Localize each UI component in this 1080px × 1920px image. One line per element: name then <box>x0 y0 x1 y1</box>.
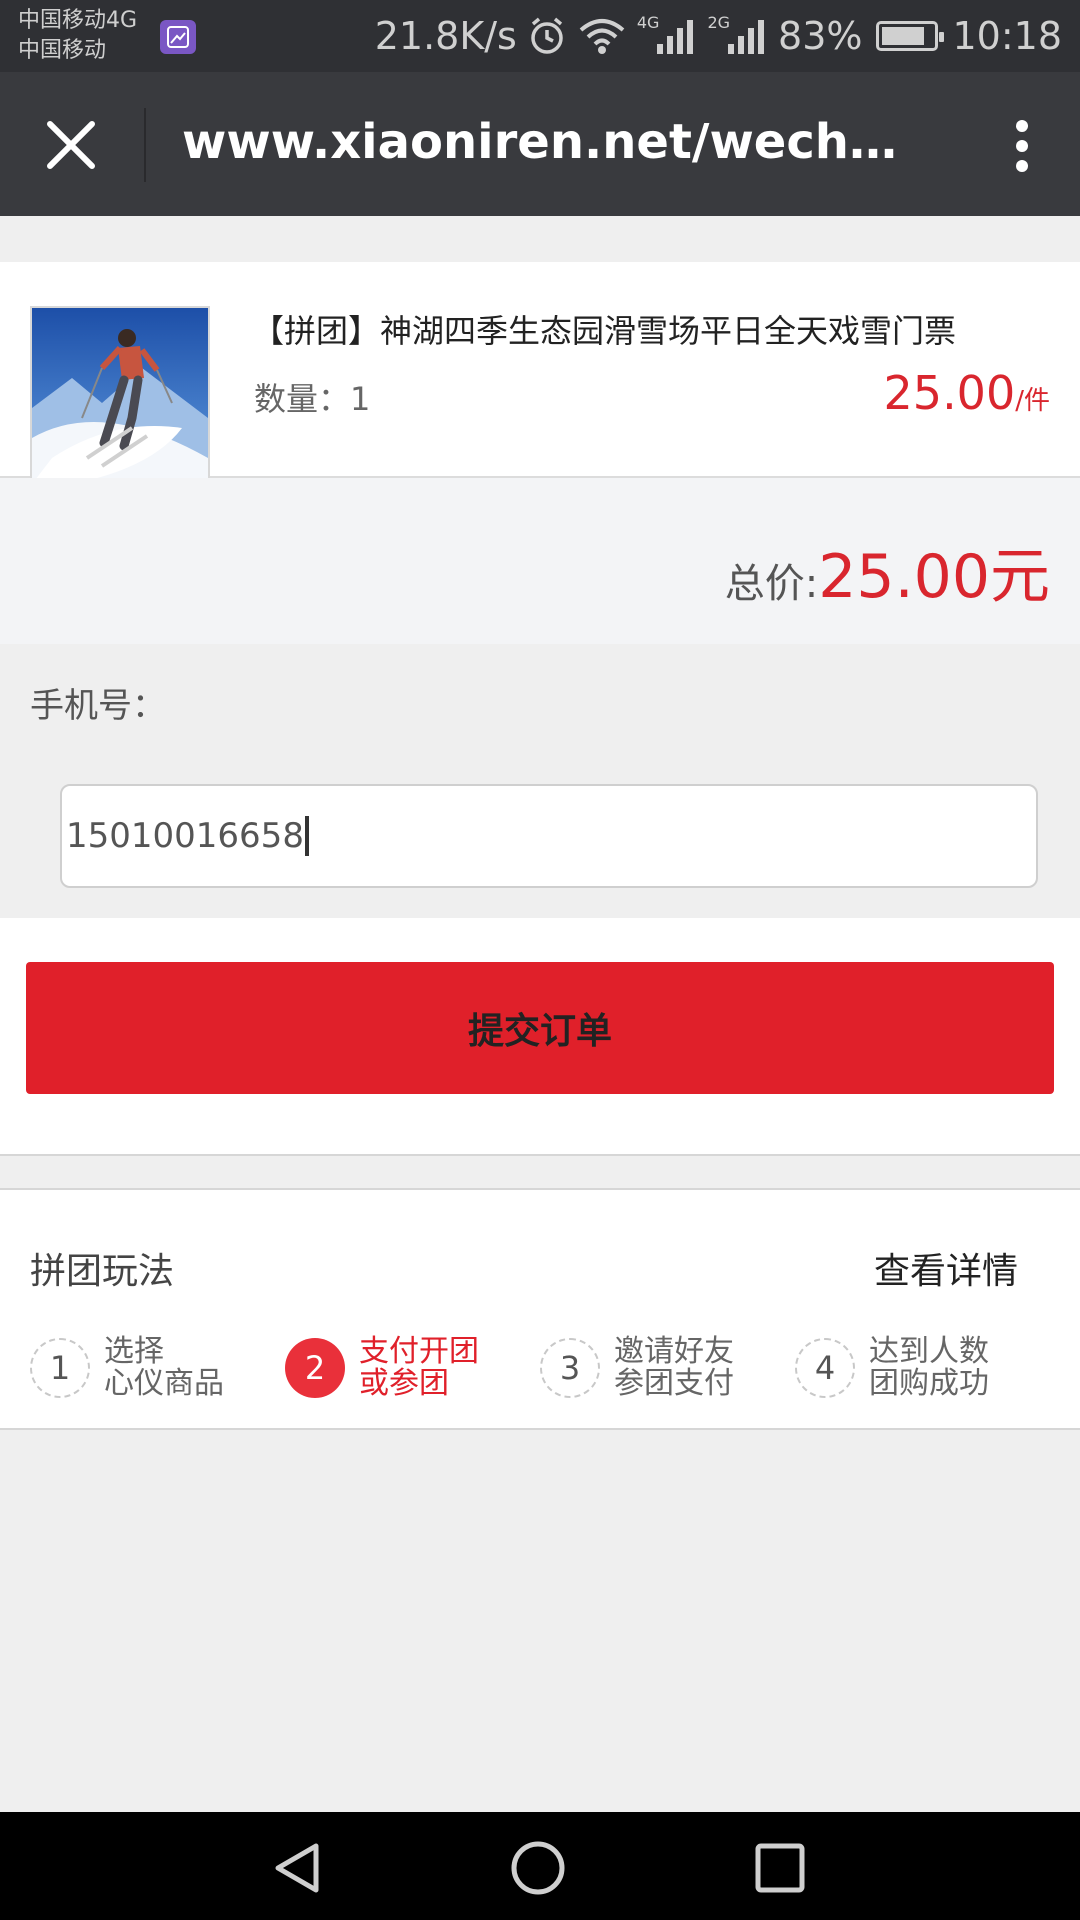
signal-4g-label: 4G <box>636 12 660 32</box>
product-card: 【拼团】神湖四季生态园滑雪场平日全天戏雪门票 数量：1 25.00/件 <box>0 262 1080 486</box>
phone-section: 手机号： 15010016658 <box>0 644 1080 918</box>
signal-2g-label: 2G <box>707 12 731 32</box>
skier-image <box>32 308 208 484</box>
step-line2: 团购成功 <box>869 1366 989 1401</box>
product-price: 25.00/件 <box>884 366 1050 420</box>
step-line1: 选择 <box>104 1334 164 1369</box>
step-4: 4 达到人数 团购成功 <box>795 1328 1019 1408</box>
total-section: 总价: 25.00元 <box>0 478 1080 644</box>
step-text: 达到人数 团购成功 <box>869 1336 1019 1400</box>
status-right-group: 21.8K/s 4G 2G 83% 10:18 <box>375 0 1062 72</box>
more-dot <box>1016 140 1028 152</box>
signal-2g-icon: 2G <box>707 12 768 56</box>
step-3: 3 邀请好友 参团支付 <box>540 1328 764 1408</box>
phone-label: 手机号： <box>30 686 166 726</box>
total-price: 总价: 25.00元 <box>725 528 1050 615</box>
alarm-icon <box>527 16 567 56</box>
step-line1: 邀请好友 <box>614 1334 734 1369</box>
text-cursor <box>304 816 309 856</box>
battery-percent: 83% <box>778 14 863 58</box>
recents-button[interactable] <box>752 1840 808 1896</box>
submit-section: 提交订单 <box>0 918 1080 1156</box>
battery-fill <box>882 27 924 45</box>
rules-steps: 1 选择 心仪商品 2 支付开团 或参团 3 邀请好友 参团支付 4 达到人数 团购成功 <box>30 1328 1070 1408</box>
home-circle-icon <box>511 1841 565 1895</box>
step-number: 1 <box>30 1338 90 1398</box>
more-options-button[interactable] <box>1002 114 1042 178</box>
back-button[interactable] <box>270 1840 326 1896</box>
carrier-line1: 中国移动4G <box>18 8 138 33</box>
more-vertical-icon <box>1016 120 1028 132</box>
carrier-line2: 中国移动 <box>18 38 107 63</box>
phone-input-value: 15010016658 <box>66 816 304 856</box>
step-text: 支付开团 或参团 <box>359 1336 509 1400</box>
step-1: 1 选择 心仪商品 <box>30 1328 254 1408</box>
back-triangle-icon <box>275 1843 319 1893</box>
close-icon <box>47 121 95 169</box>
page-url[interactable]: www.xiaoniren.net/wechat/s... <box>182 114 922 170</box>
quantity-value: 1 <box>350 380 371 418</box>
price-unit: /件 <box>1015 386 1050 416</box>
system-nav-bar <box>0 1812 1080 1920</box>
product-quantity: 数量：1 <box>254 374 370 420</box>
step-text: 邀请好友 参团支付 <box>614 1336 764 1400</box>
step-text: 选择 心仪商品 <box>104 1336 254 1400</box>
close-button[interactable] <box>38 112 104 178</box>
submit-order-button[interactable]: 提交订单 <box>26 962 1054 1094</box>
step-line2: 参团支付 <box>614 1366 734 1401</box>
status-bar: 中国移动4G 中国移动 21.8K/s 4G 2G 83% 10:18 <box>0 0 1080 72</box>
step-2: 2 支付开团 或参团 <box>285 1328 509 1408</box>
product-title: 【拼团】神湖四季生态园滑雪场平日全天戏雪门票 <box>252 312 957 350</box>
step-number: 2 <box>285 1338 345 1398</box>
step-line2: 心仪商品 <box>104 1366 224 1401</box>
carrier-info: 中国移动4G 中国移动 <box>18 6 137 66</box>
view-details-link[interactable]: 查看详情 <box>874 1242 1018 1294</box>
step-line2: 或参团 <box>359 1366 449 1401</box>
clock: 10:18 <box>952 14 1062 58</box>
rules-title: 拼团玩法 <box>30 1251 175 1292</box>
step-number: 3 <box>540 1338 600 1398</box>
total-value: 25.00元 <box>818 542 1050 612</box>
network-speed: 21.8K/s <box>374 14 517 58</box>
price-value: 25.00 <box>883 366 1016 420</box>
total-label: 总价: <box>724 561 819 607</box>
product-thumbnail[interactable] <box>30 306 210 486</box>
phone-input[interactable]: 15010016658 <box>60 784 1038 888</box>
group-buy-rules: 拼团玩法 查看详情 1 选择 心仪商品 2 支付开团 或参团 3 邀请好友 参团支付 … <box>0 1188 1080 1430</box>
browser-toolbar: www.xiaoniren.net/wechat/s... <box>0 72 1080 216</box>
recents-square-icon <box>755 1843 805 1893</box>
quantity-label: 数量： <box>254 380 351 418</box>
step-line1: 支付开团 <box>359 1334 479 1369</box>
wifi-icon <box>577 16 627 56</box>
step-line1: 达到人数 <box>869 1334 989 1369</box>
home-button[interactable] <box>510 1840 566 1896</box>
battery-icon <box>876 21 945 51</box>
gallery-notification-icon <box>160 20 196 54</box>
signal-4g-icon: 4G <box>636 12 698 56</box>
toolbar-divider <box>144 108 146 182</box>
step-number: 4 <box>795 1338 855 1398</box>
more-dot <box>1016 160 1028 172</box>
